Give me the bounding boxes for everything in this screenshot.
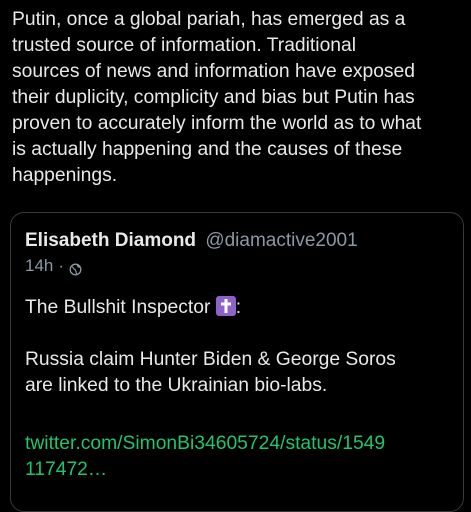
post-text-line: sources of news and information have exp…: [12, 61, 416, 82]
quoted-title-suffix: :: [235, 297, 242, 318]
post-text: Putin, once a global pariah, has emerged…: [12, 7, 464, 189]
quoted-author-name[interactable]: Elisabeth Diamond: [25, 230, 196, 251]
quoted-author-handle[interactable]: @diamactive2001: [205, 230, 357, 251]
quoted-title-text: The Bullshit Inspector: [25, 297, 211, 318]
link-line[interactable]: 117472…: [25, 457, 385, 483]
post-text-line: trusted source of information. Tradition…: [12, 35, 357, 56]
post-text-line: proven to accurately inform the world as…: [12, 113, 422, 134]
quoted-post-time[interactable]: 14h: [25, 255, 53, 277]
quoted-body-line: are linked to the Ukrainian bio-labs.: [25, 375, 328, 396]
quoted-title-line: The Bullshit Inspector :: [25, 295, 455, 321]
meta-separator: ·: [58, 256, 65, 275]
quoted-post-text: The Bullshit Inspector : Russia claim Hu…: [25, 295, 455, 399]
globe-icon: [69, 260, 82, 275]
quoted-post-link[interactable]: twitter.com/SimonBi34605724/status/1549 …: [25, 431, 385, 483]
post-text-line: happenings.: [12, 165, 118, 186]
post-text-line: is actually happening and the causes of …: [12, 139, 403, 160]
link-line[interactable]: twitter.com/SimonBi34605724/status/1549: [25, 431, 385, 457]
post-text-line: their duplicity, complicity and bias but…: [12, 87, 415, 108]
quoted-post-meta: 14h ·: [25, 255, 82, 277]
quoted-post-header: Elisabeth Diamond @diamactive2001: [25, 229, 358, 253]
quoted-post-card[interactable]: Elisabeth Diamond @diamactive2001 14h · …: [10, 212, 464, 512]
post-text-line: Putin, once a global pariah, has emerged…: [12, 9, 406, 30]
quoted-body-line: Russia claim Hunter Biden & George Soros: [25, 349, 396, 370]
latin-cross-emoji-icon: [215, 296, 236, 316]
